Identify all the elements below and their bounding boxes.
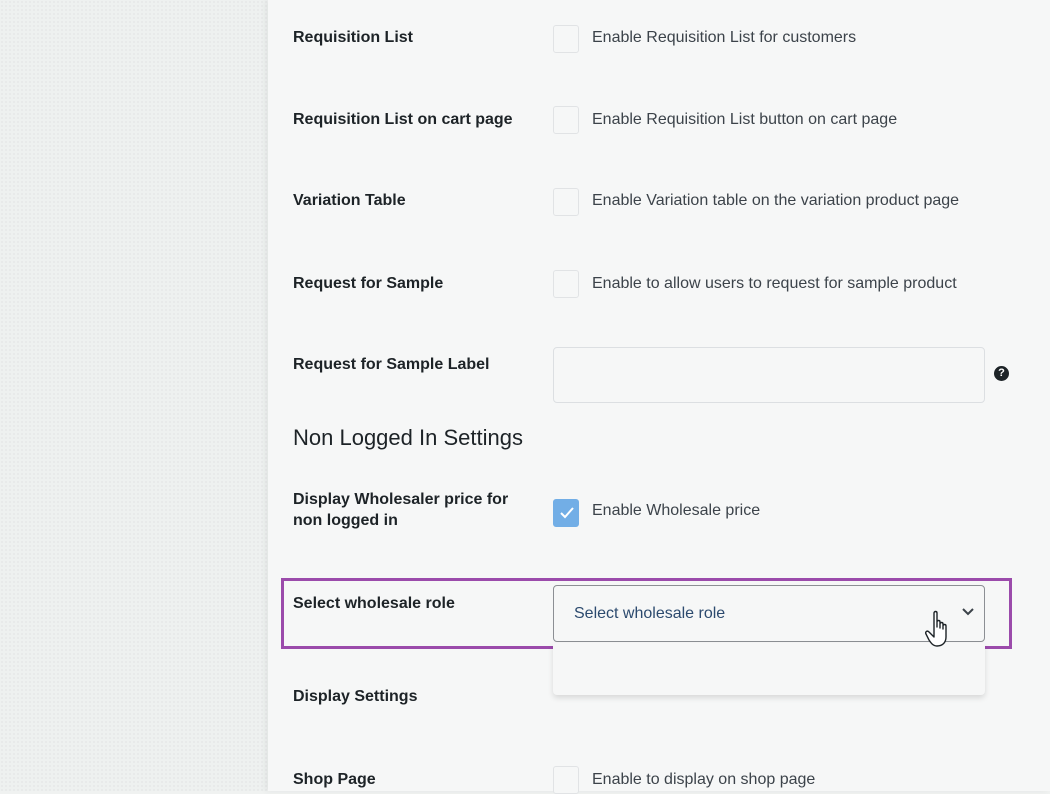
shop-page-label: Shop Page (293, 771, 376, 788)
question-circle-icon[interactable]: ? (994, 366, 1009, 381)
request-sample-description: Enable to allow users to request for sam… (592, 275, 957, 292)
requisition-cart-checkbox[interactable] (553, 106, 579, 134)
non-logged-in-section-title: Non Logged In Settings (293, 425, 523, 450)
variation-table-label: Variation Table (293, 192, 406, 209)
wholesale-role-dropdown[interactable] (553, 643, 985, 695)
request-sample-checkbox[interactable] (553, 270, 579, 298)
shop-page-description: Enable to display on shop page (592, 771, 816, 788)
wholesaler-price-label-line1: Display Wholesaler price for (293, 491, 509, 508)
request-sample-label: Request for Sample (293, 275, 444, 292)
requisition-list-description: Enable Requisition List for customers (592, 29, 857, 46)
wholesale-price-description: Enable Wholesale price (592, 502, 761, 519)
sample-label-input[interactable] (553, 347, 985, 403)
wholesale-role-selected: Select wholesale role (574, 605, 726, 622)
display-settings-label: Display Settings (293, 688, 418, 705)
hand-pointer-icon (925, 610, 947, 647)
requisition-list-label: Requisition List (293, 29, 413, 46)
variation-table-description: Enable Variation table on the variation … (592, 192, 960, 209)
checkmark-icon (560, 507, 574, 519)
chevron-down-icon (962, 608, 974, 616)
admin-sidebar (0, 0, 268, 791)
wholesaler-price-label-line2: non logged in (293, 512, 398, 529)
sample-label-label: Request for Sample Label (293, 356, 490, 373)
wholesale-price-checkbox[interactable] (553, 499, 579, 527)
shop-page-checkbox[interactable] (553, 766, 579, 794)
variation-table-checkbox[interactable] (553, 188, 579, 216)
requisition-cart-description: Enable Requisition List button on cart p… (592, 111, 898, 128)
requisition-list-checkbox[interactable] (553, 25, 579, 53)
requisition-cart-label: Requisition List on cart page (293, 111, 513, 128)
wholesale-role-label: Select wholesale role (293, 595, 455, 612)
wholesale-role-select[interactable]: Select wholesale role (553, 585, 985, 642)
wholesaler-price-label: Display Wholesaler price for non logged … (293, 489, 508, 531)
